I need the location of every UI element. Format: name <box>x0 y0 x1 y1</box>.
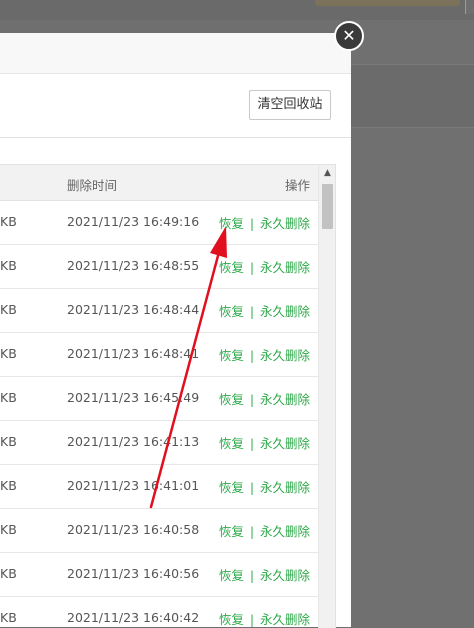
cell-size: KB <box>0 302 17 317</box>
action-separator: | <box>249 437 254 451</box>
table-row: KB 2021/11/23 16:48:55 恢复 | 永久删除 <box>0 245 318 289</box>
cell-delete-time: 2021/11/23 16:40:42 <box>67 610 200 625</box>
table-row: KB 2021/11/23 16:41:01 恢复 | 永久删除 <box>0 465 318 509</box>
page-backdrop <box>351 20 474 627</box>
table-row: KB 2021/11/23 16:40:58 恢复 | 永久删除 <box>0 509 318 553</box>
restore-link[interactable]: 恢复 <box>219 260 244 275</box>
cell-size: KB <box>0 258 17 273</box>
cell-actions: 恢复 | 永久删除 <box>219 521 310 540</box>
restore-link[interactable]: 恢复 <box>219 304 244 319</box>
permanent-delete-link[interactable]: 永久删除 <box>260 304 310 319</box>
restore-link[interactable]: 恢复 <box>219 216 244 231</box>
column-header-delete-time: 删除时间 <box>67 178 118 193</box>
permanent-delete-link[interactable]: 永久删除 <box>260 216 310 231</box>
recycle-table: 删除时间 操作 KB 2021/11/23 16:49:16 恢复 | 永久删除 KB 20… <box>0 164 336 628</box>
cell-size: KB <box>0 478 17 493</box>
cell-actions: 恢复 | 永久删除 <box>219 301 310 320</box>
header-edge <box>465 0 474 14</box>
table-row: KB 2021/11/23 16:40:56 恢复 | 永久删除 <box>0 553 318 597</box>
cell-size: KB <box>0 522 17 537</box>
cell-delete-time: 2021/11/23 16:49:16 <box>67 214 200 229</box>
close-icon[interactable]: ✕ <box>334 21 364 51</box>
scroll-up-arrow-icon[interactable]: ▲ <box>319 165 335 182</box>
cell-size: KB <box>0 566 17 581</box>
recycle-bin-dialog: 清空回收站 删除时间 操作 KB 2021/11/23 16:49:16 恢复 | 永久… <box>0 33 351 628</box>
permanent-delete-link[interactable]: 永久删除 <box>260 612 310 627</box>
cell-delete-time: 2021/11/23 16:48:41 <box>67 346 200 361</box>
clear-recycle-bin-button[interactable]: 清空回收站 <box>249 90 331 120</box>
cell-size: KB <box>0 610 17 625</box>
table-body: KB 2021/11/23 16:49:16 恢复 | 永久删除 KB 2021/11/23… <box>0 201 318 628</box>
action-separator: | <box>249 305 254 319</box>
cell-size: KB <box>0 390 17 405</box>
action-separator: | <box>249 525 254 539</box>
table-row: KB 2021/11/23 16:49:16 恢复 | 永久删除 <box>0 201 318 245</box>
cell-actions: 恢复 | 永久删除 <box>219 213 310 232</box>
cell-actions: 恢复 | 永久删除 <box>219 565 310 584</box>
table-row: KB 2021/11/23 16:45:49 恢复 | 永久删除 <box>0 377 318 421</box>
cell-delete-time: 2021/11/23 16:45:49 <box>67 390 200 405</box>
column-header-actions: 操作 <box>284 178 310 193</box>
cell-delete-time: 2021/11/23 16:40:56 <box>67 566 200 581</box>
action-separator: | <box>249 261 254 275</box>
cell-actions: 恢复 | 永久删除 <box>219 609 310 628</box>
permanent-delete-link[interactable]: 永久删除 <box>260 568 310 583</box>
cell-delete-time: 2021/11/23 16:48:44 <box>67 302 200 317</box>
action-separator: | <box>249 393 254 407</box>
cell-actions: 恢复 | 永久删除 <box>219 389 310 408</box>
scroll-thumb[interactable] <box>322 184 333 229</box>
cell-actions: 恢复 | 永久删除 <box>219 345 310 364</box>
table-scrollbar[interactable]: ▲ <box>318 165 335 628</box>
action-separator: | <box>249 613 254 627</box>
table-row: KB 2021/11/23 16:48:41 恢复 | 永久删除 <box>0 333 318 377</box>
restore-link[interactable]: 恢复 <box>219 348 244 363</box>
cell-delete-time: 2021/11/23 16:40:58 <box>67 522 200 537</box>
page-backdrop-top <box>0 0 474 20</box>
cell-actions: 恢复 | 永久删除 <box>219 433 310 452</box>
cell-size: KB <box>0 346 17 361</box>
backdrop-band <box>351 64 474 128</box>
permanent-delete-link[interactable]: 永久删除 <box>260 260 310 275</box>
action-separator: | <box>249 481 254 495</box>
cell-actions: 恢复 | 永久删除 <box>219 477 310 496</box>
table-row: KB 2021/11/23 16:40:42 恢复 | 永久删除 <box>0 597 318 628</box>
permanent-delete-link[interactable]: 永久删除 <box>260 392 310 407</box>
restore-link[interactable]: 恢复 <box>219 524 244 539</box>
permanent-delete-link[interactable]: 永久删除 <box>260 480 310 495</box>
permanent-delete-link[interactable]: 永久删除 <box>260 348 310 363</box>
restore-link[interactable]: 恢复 <box>219 392 244 407</box>
cell-delete-time: 2021/11/23 16:41:13 <box>67 434 200 449</box>
restore-link[interactable]: 恢复 <box>219 480 244 495</box>
action-separator: | <box>249 217 254 231</box>
restore-link[interactable]: 恢复 <box>219 568 244 583</box>
action-separator: | <box>249 569 254 583</box>
cell-size: KB <box>0 214 17 229</box>
dialog-header <box>0 33 351 74</box>
table-header: 删除时间 操作 <box>0 165 318 201</box>
cell-delete-time: 2021/11/23 16:41:01 <box>67 478 200 493</box>
cell-size: KB <box>0 434 17 449</box>
header-strip <box>315 0 460 6</box>
table-row: KB 2021/11/23 16:48:44 恢复 | 永久删除 <box>0 289 318 333</box>
cell-actions: 恢复 | 永久删除 <box>219 257 310 276</box>
permanent-delete-link[interactable]: 永久删除 <box>260 524 310 539</box>
action-separator: | <box>249 349 254 363</box>
permanent-delete-link[interactable]: 永久删除 <box>260 436 310 451</box>
restore-link[interactable]: 恢复 <box>219 612 244 627</box>
cell-delete-time: 2021/11/23 16:48:55 <box>67 258 200 273</box>
table-row: KB 2021/11/23 16:41:13 恢复 | 永久删除 <box>0 421 318 465</box>
restore-link[interactable]: 恢复 <box>219 436 244 451</box>
